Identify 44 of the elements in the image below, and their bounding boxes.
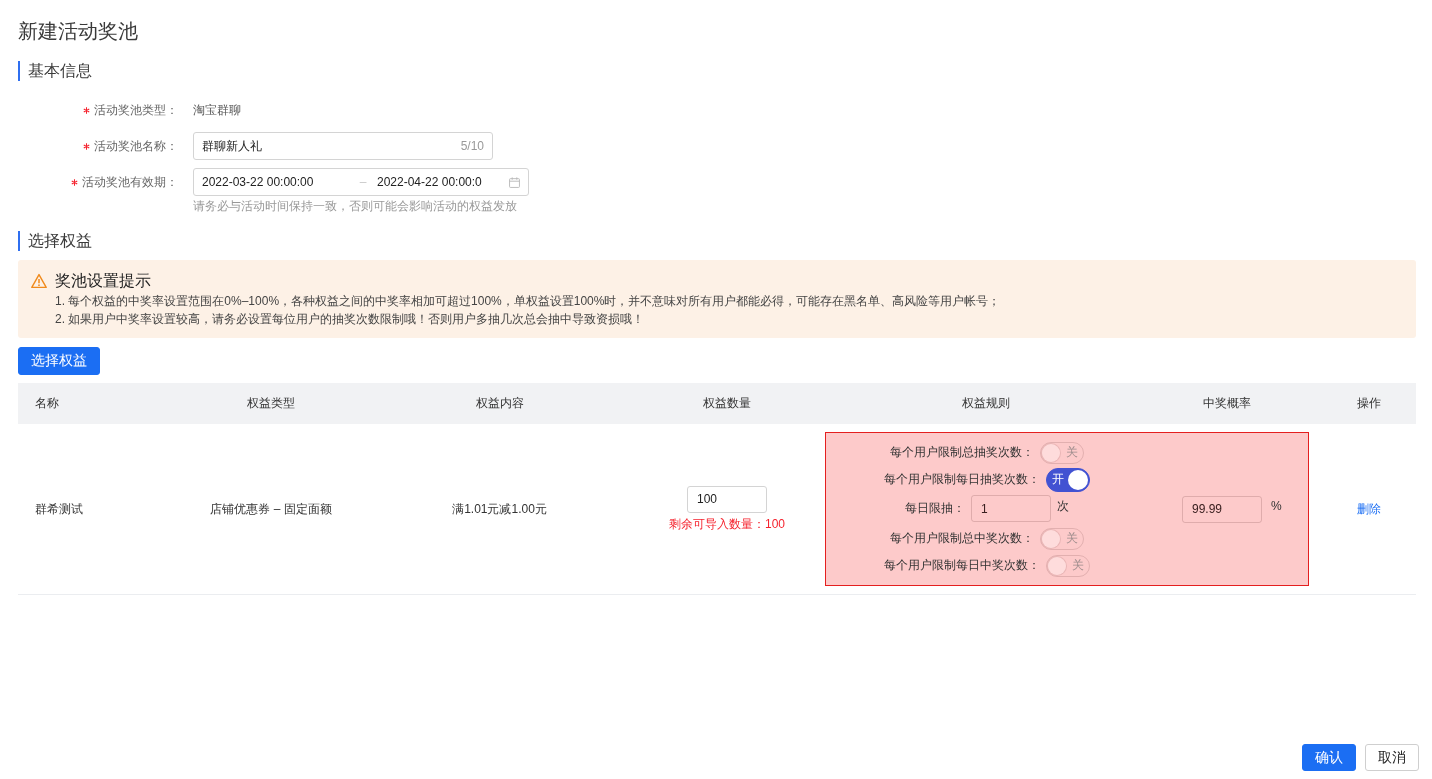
rule-label: 每个用户限制总中奖次数： <box>890 530 1034 547</box>
rule-label: 每个用户限制总抽奖次数： <box>890 444 1034 461</box>
field-label: 活动奖池类型： <box>94 101 178 119</box>
delete-link[interactable]: 删除 <box>1357 500 1381 518</box>
percent-unit: % <box>1271 499 1282 513</box>
alert-title: 奖池设置提示 <box>55 271 151 291</box>
rule-label: 每个用户限制每日中奖次数： <box>884 557 1040 574</box>
select-benefits-button[interactable]: 选择权益 <box>18 347 100 375</box>
start-date-input[interactable]: 2022-03-22 00:00:00 <box>202 175 352 189</box>
daily-limit-input[interactable]: 1 <box>971 495 1051 522</box>
toggle-switch[interactable]: 开 <box>1046 467 1090 492</box>
section-heading: 基本信息 <box>18 61 92 81</box>
column-header: 名称 <box>34 395 60 412</box>
field-value: 淘宝群聊 <box>193 102 241 119</box>
column-header: 权益类型 <box>246 395 296 412</box>
char-counter: 5/10 <box>460 139 484 153</box>
table-cell-text: 群希测试 <box>34 500 84 518</box>
rule-label: 每日限抽： <box>905 500 965 517</box>
column-header: 权益数量 <box>702 395 752 412</box>
remaining-count-note: 剩余可导入数量：100 <box>669 515 785 533</box>
table-cell-text: 店铺优惠券 – 固定面额 <box>209 500 333 518</box>
confirm-button[interactable]: 确认 <box>1302 744 1356 771</box>
field-label: 活动奖池名称： <box>94 137 178 155</box>
quantity-input[interactable]: 100 <box>687 485 767 513</box>
column-header: 操作 <box>1356 395 1382 412</box>
end-date-input[interactable]: 2022-04-22 00:00:0 <box>377 175 482 189</box>
field-label: 活动奖池有效期： <box>82 173 178 191</box>
field-hint: 请务必与活动时间保持一致，否则可能会影响活动的权益发放 <box>193 198 518 214</box>
calendar-icon[interactable] <box>509 176 520 188</box>
name-input[interactable]: 群聊新人礼 5/10 <box>193 132 493 160</box>
probability-input[interactable]: 99.99 <box>1182 495 1262 523</box>
cancel-button[interactable]: 取消 <box>1365 744 1419 771</box>
range-separator: – <box>358 175 368 189</box>
section-heading: 选择权益 <box>18 231 92 251</box>
column-header: 中奖概率 <box>1202 395 1252 412</box>
rule-label: 每个用户限制每日抽奖次数： <box>884 471 1040 488</box>
column-header: 权益内容 <box>474 395 525 412</box>
alert-text: 1. 每个权益的中奖率设置范围在0%–100%，各种权益之间的中奖率相加可超过100%，单权益设置100%时，并不意味对所有用户都能必得，可能存在黑名单、高风险等用户帐号； <box>54 293 1002 310</box>
alert-text: 2. 如果用户中奖率设置较高，请务必设置每位用户的抽奖次数限制哦！否则用户多抽几次总会抽中导致资损哦！ <box>54 311 646 328</box>
table-cell-text: 满1.01元减1.00元 <box>451 500 548 518</box>
column-header: 权益规则 <box>961 395 1011 412</box>
page-title: 新建活动奖池 <box>18 19 138 44</box>
unit-label: 次 <box>1057 498 1069 515</box>
warning-icon <box>31 273 47 289</box>
